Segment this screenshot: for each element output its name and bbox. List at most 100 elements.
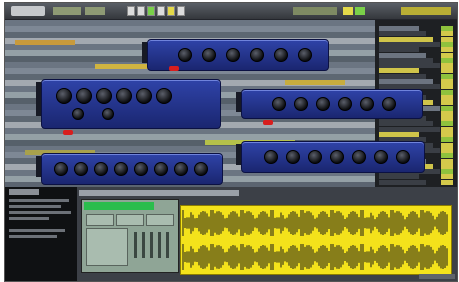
browser-meter [441, 100, 453, 106]
browser-item[interactable] [379, 63, 440, 69]
knob[interactable] [396, 150, 410, 164]
browser-item[interactable] [379, 41, 440, 47]
parameter-box[interactable] [86, 214, 114, 226]
knob[interactable] [286, 150, 300, 164]
stop-button[interactable] [137, 6, 145, 16]
browser-item[interactable] [379, 31, 426, 37]
browser-meter [441, 31, 453, 37]
knob[interactable] [94, 162, 108, 176]
browser-meter [441, 73, 453, 79]
parameter-box[interactable] [146, 214, 174, 226]
knob[interactable] [264, 150, 278, 164]
fader[interactable] [150, 232, 153, 258]
knob[interactable] [250, 48, 264, 62]
output-meter [401, 7, 451, 15]
detail-view [77, 187, 457, 281]
knob[interactable] [174, 162, 188, 176]
browser-item[interactable] [379, 174, 419, 180]
knob[interactable] [178, 48, 192, 62]
cpu-indicator [355, 7, 365, 15]
metronome-button[interactable] [177, 6, 185, 16]
knob[interactable] [136, 88, 152, 104]
knob[interactable] [194, 162, 208, 176]
browser-item[interactable] [379, 126, 440, 132]
device-power-strip[interactable] [36, 156, 41, 177]
knob[interactable] [316, 97, 330, 111]
envelope-box[interactable] [86, 228, 128, 266]
plugin-window-2[interactable] [36, 79, 221, 129]
browser-item[interactable] [379, 121, 433, 127]
browser-meter [441, 89, 453, 95]
knob[interactable] [74, 162, 88, 176]
record-button[interactable] [157, 6, 165, 16]
browser-item[interactable] [379, 132, 419, 137]
signature-display[interactable] [85, 7, 105, 15]
browser-meter [441, 68, 453, 74]
clip[interactable] [15, 40, 75, 45]
fader[interactable] [134, 232, 137, 258]
knob[interactable] [338, 97, 352, 111]
fader[interactable] [142, 232, 145, 258]
device-power-strip[interactable] [236, 92, 241, 112]
browser-item[interactable] [379, 57, 433, 63]
knob[interactable] [226, 48, 240, 62]
browser-meter [441, 174, 453, 180]
fader[interactable] [158, 232, 161, 258]
knob[interactable] [116, 88, 132, 104]
knob[interactable] [298, 48, 312, 62]
knob[interactable] [352, 150, 366, 164]
device-power-strip[interactable] [142, 42, 147, 63]
browser-item[interactable] [379, 47, 419, 53]
browser-item[interactable] [379, 36, 433, 42]
browser-meter [441, 121, 453, 127]
knob[interactable] [56, 88, 72, 104]
audio-waveform-editor[interactable] [180, 205, 452, 275]
fader[interactable] [166, 232, 169, 258]
info-text-line [9, 211, 71, 214]
plugin-window-4[interactable] [36, 153, 223, 185]
record-arm-led[interactable] [63, 130, 73, 135]
rewind-button[interactable] [127, 6, 135, 16]
browser-item[interactable] [379, 52, 426, 58]
knob[interactable] [114, 162, 128, 176]
knob[interactable] [102, 108, 114, 120]
knob[interactable] [154, 162, 168, 176]
knob[interactable] [76, 88, 92, 104]
knob[interactable] [272, 97, 286, 111]
knob[interactable] [72, 108, 84, 120]
clip[interactable] [285, 80, 345, 85]
loop-button[interactable] [167, 6, 175, 16]
device-power-strip[interactable] [236, 144, 241, 165]
sampler-device[interactable] [81, 199, 179, 273]
knob[interactable] [96, 88, 112, 104]
knob[interactable] [156, 88, 172, 104]
knob[interactable] [202, 48, 216, 62]
parameter-box[interactable] [116, 214, 144, 226]
knob[interactable] [294, 97, 308, 111]
browser-meter [441, 26, 453, 31]
knob[interactable] [274, 48, 288, 62]
plugin-window-3[interactable] [236, 89, 423, 119]
browser-item[interactable] [379, 73, 426, 79]
knob[interactable] [134, 162, 148, 176]
browser-meter [441, 132, 453, 137]
knob[interactable] [54, 162, 68, 176]
browser-item[interactable] [379, 68, 419, 74]
position-display[interactable] [293, 7, 337, 15]
knob[interactable] [374, 150, 388, 164]
info-text-line [9, 205, 61, 208]
knob[interactable] [360, 97, 374, 111]
tempo-display[interactable] [53, 7, 81, 15]
punch-indicator[interactable] [343, 7, 353, 15]
device-power-strip[interactable] [36, 82, 41, 116]
browser-item[interactable] [379, 26, 419, 31]
browser-item[interactable] [379, 79, 433, 84]
record-arm-led[interactable] [263, 120, 273, 125]
browser-item[interactable] [379, 179, 426, 185]
record-arm-led[interactable] [169, 66, 179, 71]
knob[interactable] [382, 97, 396, 111]
knob[interactable] [330, 150, 344, 164]
knob[interactable] [308, 150, 322, 164]
plugin-window-5[interactable] [236, 141, 425, 173]
play-button[interactable] [147, 6, 155, 16]
